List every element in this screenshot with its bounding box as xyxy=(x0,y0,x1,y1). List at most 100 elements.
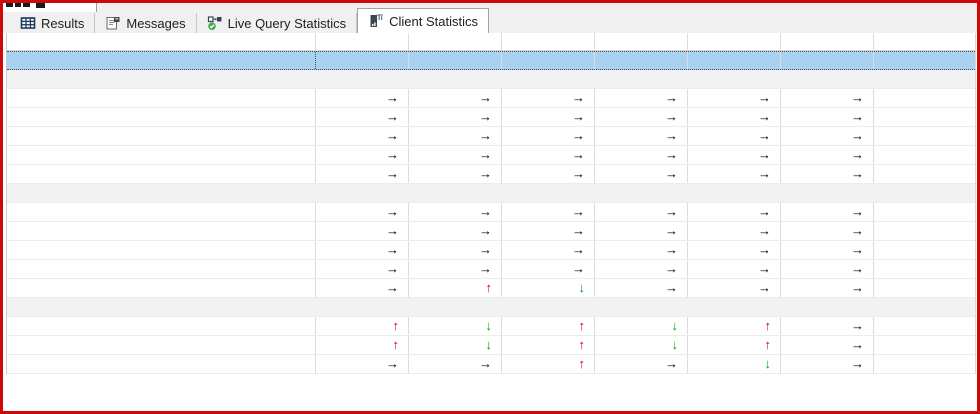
trend-right-arrow-icon: → xyxy=(572,260,585,278)
trend-right-arrow-icon: → xyxy=(386,165,399,183)
trend-right-arrow-icon: → xyxy=(851,203,864,221)
trial-cell: ↑ xyxy=(688,336,781,354)
tab-results[interactable]: Results xyxy=(10,13,95,33)
trend-right-arrow-icon: → xyxy=(758,89,771,107)
trial-cell xyxy=(688,52,781,69)
trial-cell: → xyxy=(781,222,874,240)
average-cell xyxy=(874,165,975,183)
statistic-row[interactable]: →→→→→→ xyxy=(7,108,975,127)
results-pane-tab-bar: ResultsMessagesLive Query StatisticsClie… xyxy=(3,12,977,33)
trial-cell: → xyxy=(316,108,409,126)
messages-icon xyxy=(105,15,121,31)
trend-up-arrow-icon: ↑ xyxy=(579,336,586,354)
row-label xyxy=(7,222,316,240)
trend-right-arrow-icon: → xyxy=(851,241,864,259)
statistic-row[interactable]: ↑↓↑↓↑→ xyxy=(7,317,975,336)
trend-right-arrow-icon: → xyxy=(572,146,585,164)
statistic-row[interactable]: →↑↓→→→ xyxy=(7,279,975,298)
trend-right-arrow-icon: → xyxy=(758,108,771,126)
tab-messages[interactable]: Messages xyxy=(95,13,196,33)
row-label xyxy=(7,146,316,164)
trial-cell: ↓ xyxy=(409,336,502,354)
trend-right-arrow-icon: → xyxy=(386,355,399,373)
trend-right-arrow-icon: → xyxy=(572,89,585,107)
trend-right-arrow-icon: → xyxy=(665,108,678,126)
trend-right-arrow-icon: → xyxy=(479,222,492,240)
trend-right-arrow-icon: → xyxy=(758,279,771,297)
statistic-row[interactable]: →→→→→→ xyxy=(7,127,975,146)
trend-right-arrow-icon: → xyxy=(386,127,399,145)
trial-cell: ↓ xyxy=(595,317,688,335)
trend-right-arrow-icon: → xyxy=(851,279,864,297)
trial-cell: → xyxy=(595,355,688,373)
statistic-row[interactable]: →→→→→→ xyxy=(7,203,975,222)
section-row[interactable] xyxy=(7,70,975,89)
average-cell xyxy=(874,146,975,164)
trend-down-arrow-icon: ↓ xyxy=(672,336,679,354)
trend-down-arrow-icon: ↓ xyxy=(579,279,586,297)
trend-right-arrow-icon: → xyxy=(479,89,492,107)
trial-cell: → xyxy=(595,260,688,278)
trial-cell: → xyxy=(781,336,874,354)
trend-right-arrow-icon: → xyxy=(479,127,492,145)
trend-right-arrow-icon: → xyxy=(665,89,678,107)
column-header-trial-2 xyxy=(688,33,781,50)
trial-cell xyxy=(502,52,595,69)
trial-cell: → xyxy=(409,241,502,259)
trend-right-arrow-icon: → xyxy=(479,241,492,259)
trend-up-arrow-icon: ↑ xyxy=(393,336,400,354)
trial-cell: → xyxy=(688,165,781,183)
trend-down-arrow-icon: ↓ xyxy=(765,355,772,373)
trial-cell: → xyxy=(595,146,688,164)
statistic-row[interactable]: →→→→→→ xyxy=(7,89,975,108)
trend-right-arrow-icon: → xyxy=(758,203,771,221)
statistic-row[interactable]: →→↑→↓→ xyxy=(7,355,975,374)
trial-cell: → xyxy=(595,241,688,259)
trial-cell: → xyxy=(502,127,595,145)
header-row-label-column xyxy=(7,33,316,50)
trend-down-arrow-icon: ↓ xyxy=(486,336,493,354)
trial-cell: → xyxy=(688,108,781,126)
trend-right-arrow-icon: → xyxy=(851,260,864,278)
average-cell xyxy=(874,127,975,145)
trend-right-arrow-icon: → xyxy=(572,108,585,126)
empty-pane-area xyxy=(3,375,977,411)
row-label xyxy=(7,260,316,278)
trend-right-arrow-icon: → xyxy=(386,146,399,164)
trial-cell: → xyxy=(688,127,781,145)
statistic-row[interactable] xyxy=(7,51,975,70)
row-label xyxy=(7,279,316,297)
clipped-text-fragment xyxy=(36,3,45,8)
statistic-row[interactable]: →→→→→→ xyxy=(7,260,975,279)
trial-cell xyxy=(409,52,502,69)
trial-cell: → xyxy=(688,260,781,278)
tab-live-query-statistics[interactable]: Live Query Statistics xyxy=(197,13,358,33)
column-header-trial-3 xyxy=(595,33,688,50)
column-header-trial-4 xyxy=(502,33,595,50)
statistic-row[interactable]: →→→→→→ xyxy=(7,222,975,241)
row-label xyxy=(7,108,316,126)
section-label xyxy=(7,70,316,88)
trend-right-arrow-icon: → xyxy=(572,203,585,221)
trend-right-arrow-icon: → xyxy=(479,165,492,183)
section-row[interactable] xyxy=(7,298,975,317)
trial-cell: → xyxy=(595,89,688,107)
statistic-row[interactable]: →→→→→→ xyxy=(7,165,975,184)
average-cell xyxy=(874,355,975,373)
trend-up-arrow-icon: ↑ xyxy=(765,317,772,335)
trial-cell xyxy=(316,52,409,69)
trial-cell: → xyxy=(502,222,595,240)
statistic-row[interactable]: ↑ ↓ ↑ ↓ ↑ → xyxy=(7,336,975,355)
trend-up-arrow-icon: ↑ xyxy=(579,317,586,335)
trend-right-arrow-icon: → xyxy=(851,222,864,240)
trend-right-arrow-icon: → xyxy=(851,146,864,164)
trial-cell: → xyxy=(502,241,595,259)
statistic-row[interactable]: →→→→→→ xyxy=(7,241,975,260)
trend-right-arrow-icon: → xyxy=(479,203,492,221)
trend-right-arrow-icon: → xyxy=(572,222,585,240)
tab-client-statistics[interactable]: Client Statistics xyxy=(357,8,489,33)
trend-up-arrow-icon: ↑ xyxy=(765,336,772,354)
statistic-row[interactable]: →→→→→→ xyxy=(7,146,975,165)
section-row[interactable] xyxy=(7,184,975,203)
average-cell xyxy=(874,241,975,259)
